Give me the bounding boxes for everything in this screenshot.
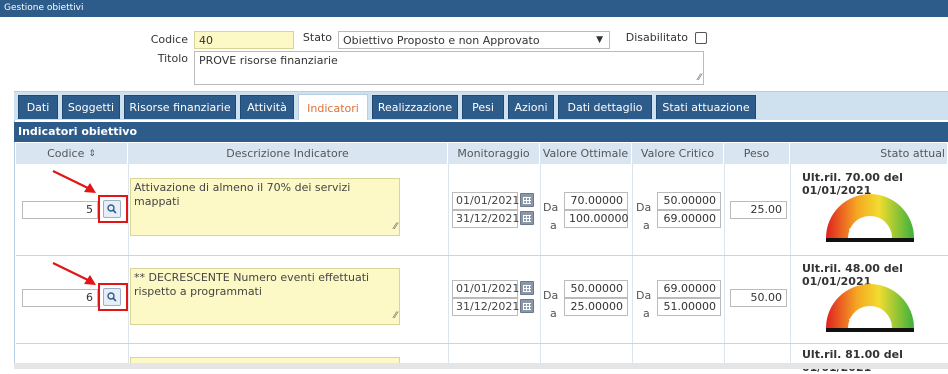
calendar-icon[interactable] [520, 193, 534, 207]
chevron-down-icon: ▼ [596, 35, 603, 45]
row1-descrizione: Attivazione di almeno il 70% dei servizi… [134, 181, 351, 208]
row2-critico-a[interactable]: 51.00000 [657, 298, 721, 316]
tab-bar: Dati Soggetti Risorse finanziarie Attivi… [14, 91, 948, 121]
red-arrow-icon [52, 262, 96, 285]
highlight-box [98, 283, 128, 311]
tab-indicatori[interactable]: Indicatori [298, 94, 368, 121]
row-divider [16, 255, 948, 256]
window-title: Gestione obiettivi [0, 0, 948, 17]
codice-input[interactable]: 40 [194, 31, 294, 49]
calendar-icon[interactable] [520, 299, 534, 313]
col-stato-header: Stato attual [790, 143, 948, 164]
disabilitato-label: Disabilitato [625, 31, 688, 44]
tab-dati[interactable]: Dati [18, 95, 58, 119]
row2-critico-da-label: Da [636, 289, 652, 302]
row-divider [16, 343, 948, 344]
row2-ottimale-da[interactable]: 50.00000 [564, 280, 628, 298]
row1-ottimale-da-label: Da [543, 201, 559, 214]
row2-critico-da[interactable]: 69.00000 [657, 280, 721, 298]
row1-critico-a-label: a [643, 219, 650, 232]
col-monitoraggio-header: Monitoraggio [448, 143, 540, 164]
disabilitato-checkbox[interactable] [695, 32, 707, 44]
panel-title: Indicatori obiettivo [14, 122, 948, 142]
tab-realizzazione[interactable]: Realizzazione [372, 95, 458, 119]
stato-select-value: Obiettivo Proposto e non Approvato [343, 34, 540, 47]
row1-date-to[interactable]: 31/12/2021 [452, 210, 519, 228]
col-codice-header[interactable]: Codice ⇕ [16, 143, 128, 164]
resize-grip-icon[interactable]: ⁄⁄ [698, 73, 701, 83]
row1-descrizione-textarea[interactable]: Attivazione di almeno il 70% dei servizi… [130, 178, 400, 236]
row1-ottimale-a[interactable]: 100.00000 [564, 210, 629, 228]
col-descrizione-header: Descrizione Indicatore [128, 143, 448, 164]
row1-codice-input[interactable]: 5 [22, 201, 98, 219]
tab-attivita[interactable]: Attività [240, 95, 294, 119]
tab-stati-attuazione[interactable]: Stati attuazione [656, 95, 756, 119]
sort-icon[interactable]: ⇕ [88, 149, 96, 159]
row2-descrizione-textarea[interactable]: ** DECRESCENTE Numero eventi effettuati … [130, 268, 400, 325]
row1-ottimale-a-label: a [550, 219, 557, 232]
row2-date-from[interactable]: 01/01/2021 [452, 280, 519, 298]
calendar-icon[interactable] [520, 281, 534, 295]
tab-pesi[interactable]: Pesi [462, 95, 504, 119]
col-ottimale-header: Valore Ottimale [540, 143, 632, 164]
col-divider [632, 164, 633, 369]
col-divider [128, 164, 129, 369]
highlight-box [98, 195, 128, 223]
row2-ottimale-a[interactable]: 25.00000 [564, 298, 628, 316]
titolo-textarea[interactable]: PROVE risorse finanziarie ⁄⁄ [194, 51, 704, 85]
row2-peso[interactable]: 50.00 [730, 289, 787, 307]
resize-grip-icon[interactable]: ⁄⁄ [394, 309, 397, 323]
tab-dati-dettaglio[interactable]: Dati dettaglio [558, 95, 652, 119]
col-divider [540, 164, 541, 369]
col-divider [724, 164, 725, 369]
row2-ottimale-da-label: Da [543, 289, 559, 302]
tab-soggetti[interactable]: Soggetti [62, 95, 120, 119]
row1-critico-da-label: Da [636, 201, 652, 214]
row1-peso[interactable]: 25.00 [730, 201, 787, 219]
row2-gauge-pct: 100,00% [848, 318, 892, 328]
titolo-label: Titolo [157, 52, 188, 65]
col-critico-header: Valore Critico [632, 143, 724, 164]
col-peso-header: Peso [724, 143, 790, 164]
stato-label: Stato [302, 31, 332, 44]
row2-codice-input[interactable]: 6 [22, 289, 98, 307]
tab-azioni[interactable]: Azioni [508, 95, 554, 119]
red-arrow-icon [52, 170, 96, 193]
row2-descrizione: ** DECRESCENTE Numero eventi effettuati … [134, 271, 370, 298]
titolo-value: PROVE risorse finanziarie [199, 54, 338, 67]
row2-critico-a-label: a [643, 307, 650, 320]
horizontal-scrollbar[interactable] [14, 363, 948, 369]
resize-grip-icon[interactable]: ⁄⁄ [394, 220, 397, 234]
row1-ottimale-da[interactable]: 70.00000 [564, 192, 628, 210]
col-divider [790, 164, 791, 369]
row1-critico-a[interactable]: 69.00000 [657, 210, 721, 228]
calendar-icon[interactable] [520, 211, 534, 225]
row1-critico-da[interactable]: 50.00000 [657, 192, 721, 210]
col-codice-label: Codice [47, 147, 85, 160]
codice-label: Codice [150, 33, 188, 46]
row3-stato: Ult.ril. 81.00 del 01/01/2021 [802, 348, 903, 374]
tab-risorse-finanziarie[interactable]: Risorse finanziarie [124, 95, 236, 119]
col-divider [448, 164, 449, 369]
row2-ottimale-a-label: a [550, 307, 557, 320]
row1-gauge-pct: 100,00% [848, 228, 892, 238]
row2-date-to[interactable]: 31/12/2021 [452, 298, 519, 316]
row1-date-from[interactable]: 01/01/2021 [452, 192, 519, 210]
stato-select[interactable]: Obiettivo Proposto e non Approvato ▼ [338, 31, 610, 49]
